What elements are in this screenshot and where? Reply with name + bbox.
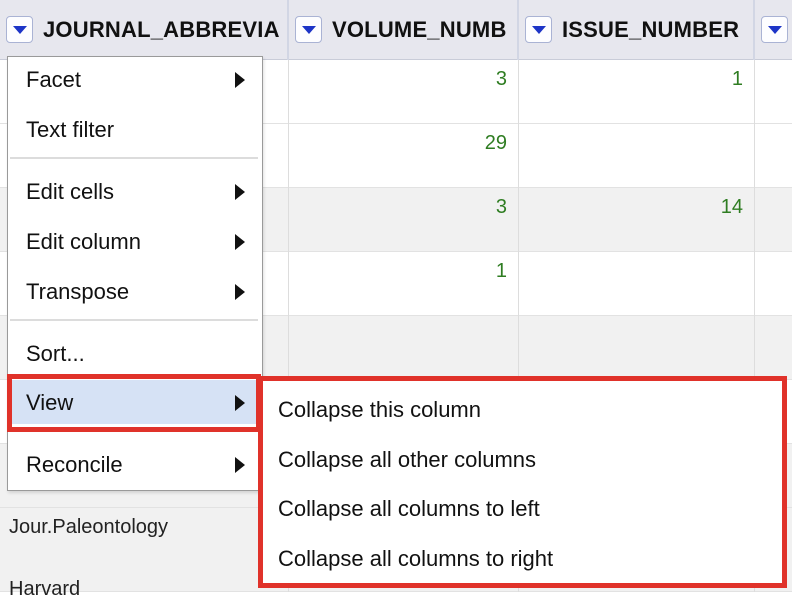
menu-item-label: Text filter — [26, 117, 115, 142]
cell-number: 1 — [731, 68, 743, 90]
menu-item-collapse-this-column[interactable]: Collapse this column — [263, 385, 782, 433]
column-dropdown-button[interactable] — [761, 16, 788, 43]
menu-item-label: Collapse all other columns — [278, 447, 537, 472]
column-header-volume: VOLUME_NUMB — [289, 0, 519, 60]
cell-number: 3 — [495, 196, 507, 218]
menu-item-label: Collapse all columns to right — [278, 546, 554, 571]
column-header-journal: JOURNAL_ABBREVIA — [0, 0, 289, 60]
menu-item-label: Collapse all columns to left — [278, 496, 540, 521]
menu-item-collapse-all-columns-left[interactable]: Collapse all columns to left — [263, 484, 782, 532]
menu-item-transpose[interactable]: Transpose — [10, 269, 260, 313]
menu-divider — [10, 157, 258, 159]
table-cell[interactable]: 3 — [289, 60, 519, 124]
menu-item-label: Reconcile — [26, 452, 123, 477]
menu-divider — [10, 319, 258, 321]
column-dropdown-button[interactable] — [6, 16, 33, 43]
column-header-label: VOLUME_NUMB — [332, 17, 507, 42]
menu-item-label: Edit cells — [26, 179, 115, 204]
column-dropdown-button[interactable] — [295, 16, 322, 43]
menu-item-label: Facet — [26, 67, 82, 92]
table-cell[interactable] — [755, 124, 792, 188]
table-cell[interactable]: 1 — [289, 252, 519, 316]
view-item-highlight — [7, 374, 261, 432]
menu-item-reconcile[interactable]: Reconcile — [10, 442, 260, 486]
menu-item-edit-column[interactable]: Edit column — [10, 219, 260, 263]
table-cell[interactable] — [755, 252, 792, 316]
menu-item-label: Edit column — [26, 229, 141, 254]
table-cell[interactable] — [289, 316, 519, 380]
table-cell[interactable]: Jour.Paleontology Harvard — [0, 508, 289, 600]
table-cell[interactable] — [519, 252, 755, 316]
chevron-right-icon — [235, 457, 245, 473]
cell-number: 3 — [495, 68, 507, 90]
table-cell[interactable] — [755, 60, 792, 124]
chevron-right-icon — [235, 72, 245, 88]
menu-item-collapse-all-other-columns[interactable]: Collapse all other columns — [263, 435, 782, 483]
menu-item-facet[interactable]: Facet — [10, 57, 260, 101]
menu-item-label: Sort... — [26, 341, 85, 366]
table-cell[interactable] — [519, 316, 755, 380]
cell-number: 29 — [484, 132, 507, 154]
column-header-issue: ISSUE_NUMBER — [519, 0, 755, 60]
table-cell[interactable] — [519, 124, 755, 188]
cell-text: Harvard — [9, 578, 81, 600]
table-cell[interactable]: 1 — [519, 60, 755, 124]
menu-item-label: Collapse this column — [278, 397, 481, 422]
chevron-right-icon — [235, 284, 245, 300]
column-header-next — [755, 0, 792, 60]
menu-item-label: Transpose — [26, 279, 130, 304]
menu-item-text-filter[interactable]: Text filter — [10, 107, 260, 151]
table-cell[interactable]: 14 — [519, 188, 755, 252]
table-cell[interactable]: 3 — [289, 188, 519, 252]
view-submenu: Collapse this column Collapse all other … — [258, 376, 787, 588]
column-header-label: ISSUE_NUMBER — [562, 17, 740, 42]
column-header-bar: JOURNAL_ABBREVIA VOLUME_NUMB ISSUE_NUMBE… — [0, 0, 792, 60]
table-cell[interactable]: 29 — [289, 124, 519, 188]
cell-number: 1 — [495, 260, 507, 282]
table-cell[interactable] — [755, 188, 792, 252]
menu-item-collapse-all-columns-right[interactable]: Collapse all columns to right — [263, 534, 782, 582]
table-cell[interactable] — [755, 316, 792, 380]
cell-text: Jour.Paleontology — [9, 516, 169, 538]
menu-item-edit-cells[interactable]: Edit cells — [10, 169, 260, 213]
chevron-right-icon — [235, 234, 245, 250]
cell-number: 14 — [720, 196, 743, 218]
column-header-label: JOURNAL_ABBREVIA — [43, 17, 280, 42]
chevron-right-icon — [235, 184, 245, 200]
column-dropdown-button[interactable] — [525, 16, 552, 43]
menu-item-sort[interactable]: Sort... — [10, 331, 260, 375]
